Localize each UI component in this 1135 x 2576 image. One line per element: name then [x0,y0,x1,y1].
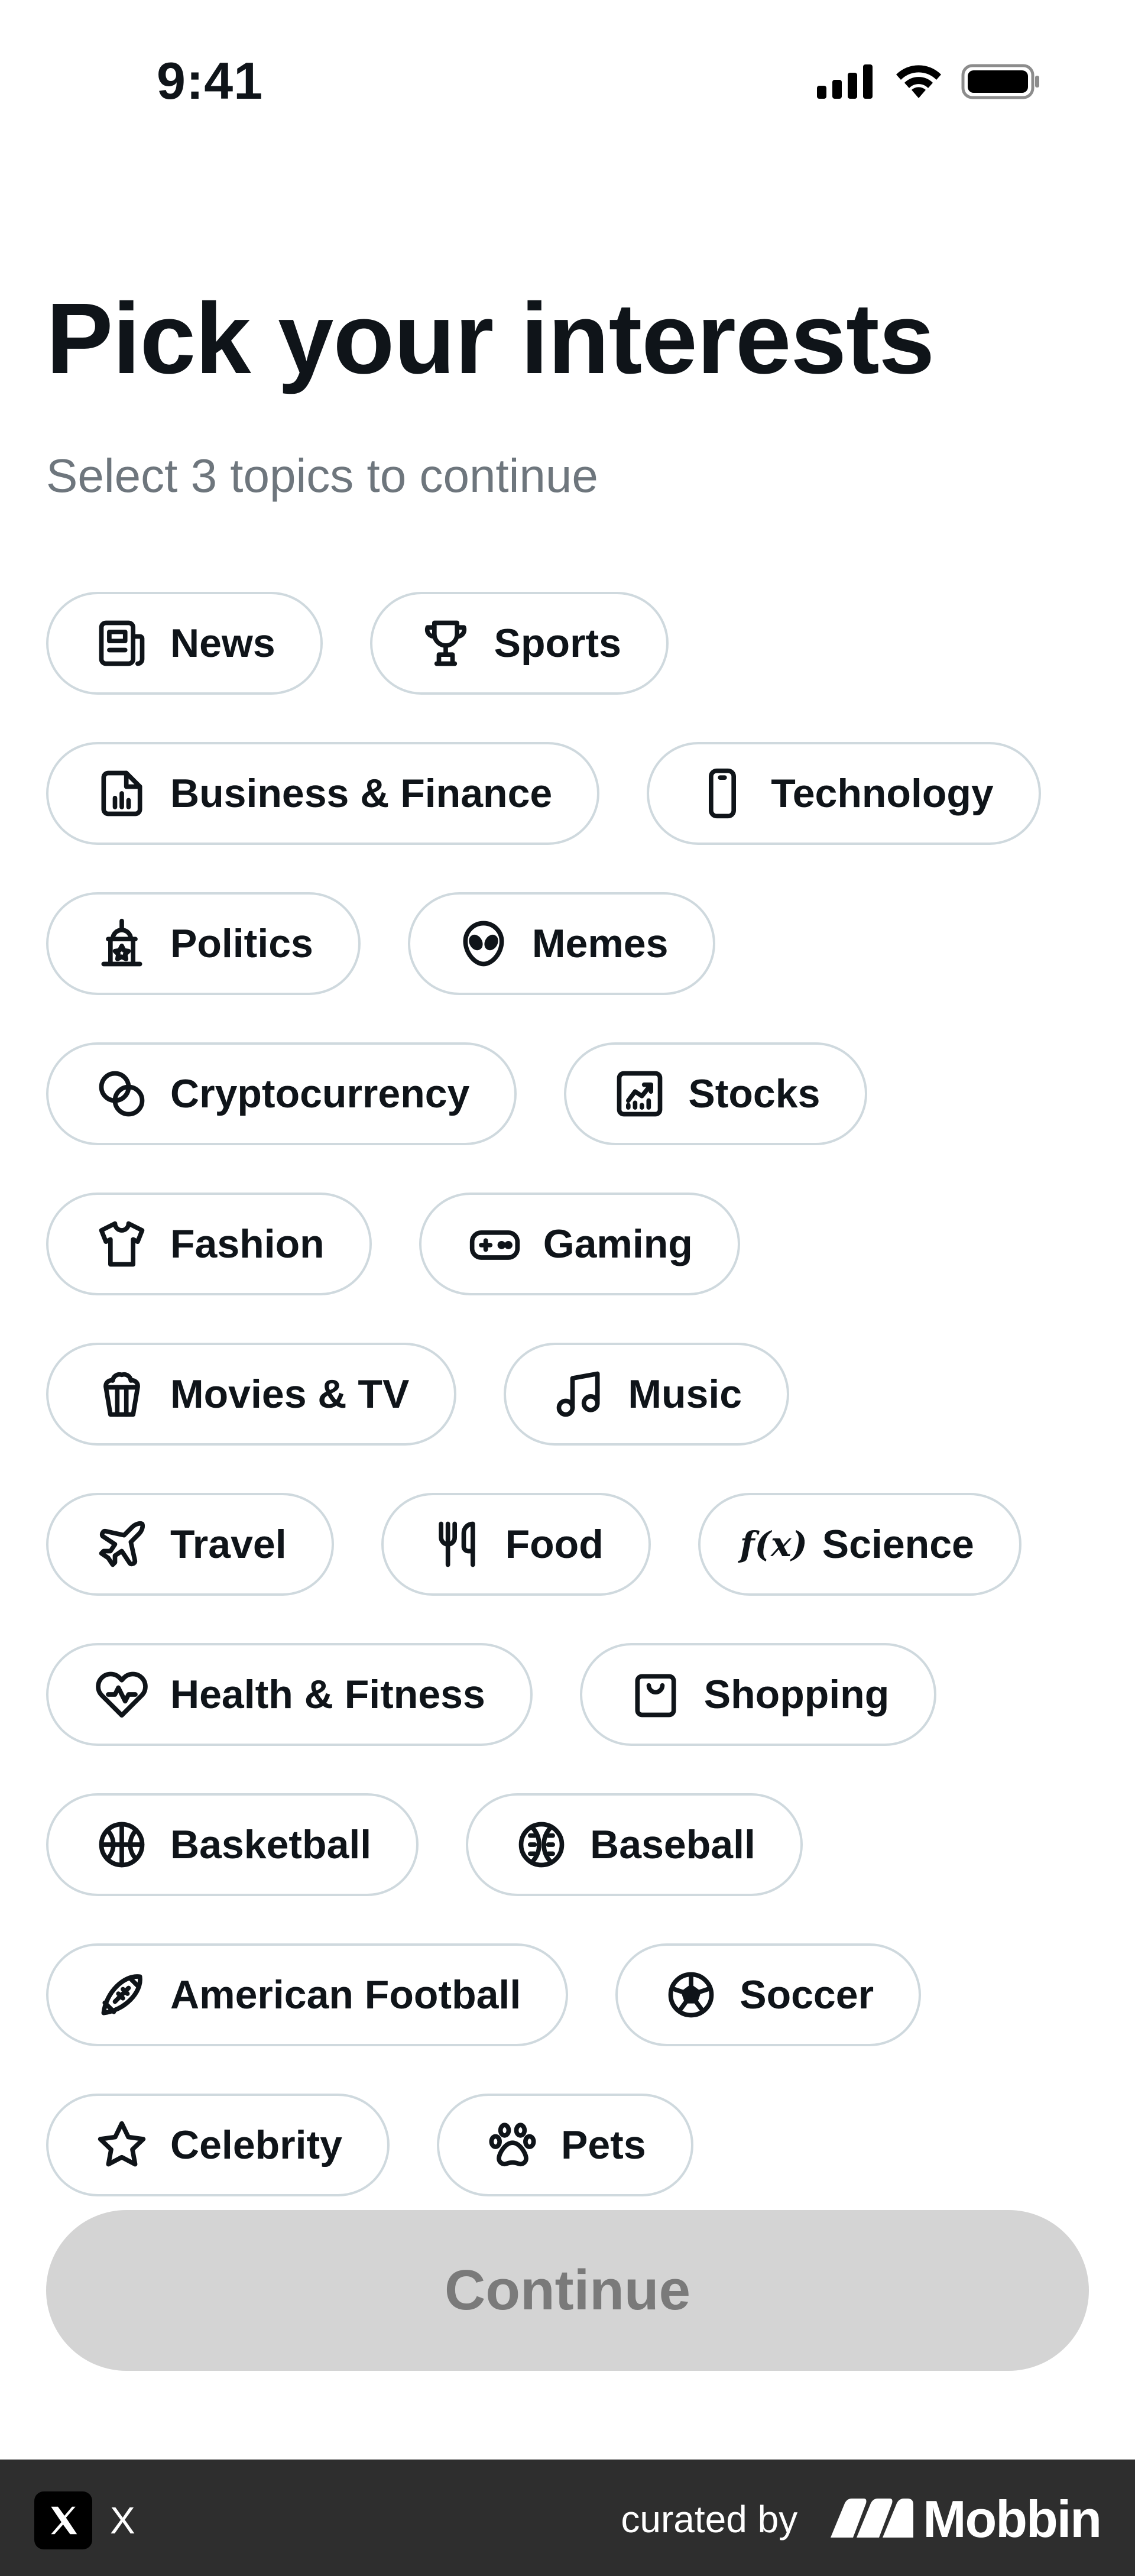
topic-chip-science[interactable]: f(x) Science [698,1493,1022,1596]
topic-label: Music [628,1372,742,1417]
mobbin-logo-icon [831,2498,914,2541]
music-note-icon [552,1367,607,1421]
topics-list: News Sports Business & Finance Technolog… [46,592,1089,2244]
topic-chip-sports[interactable]: Sports [369,592,669,695]
topic-label: Basketball [170,1822,372,1867]
mobbin-brand-name: Mobbin [923,2490,1102,2548]
topic-chip-technology[interactable]: Technology [647,742,1041,845]
shopping-bag-icon [628,1667,683,1722]
trophy-icon [419,616,473,670]
soccer-ball-icon [664,1968,718,2022]
topic-chip-pets[interactable]: Pets [437,2094,693,2196]
trending-chart-icon [612,1067,667,1121]
footer-app: X [34,2491,135,2549]
topic-label: Movies & TV [170,1372,410,1417]
topic-label: American Football [170,1972,521,2017]
smartphone-icon [695,766,750,821]
topic-label: Stocks [688,1071,821,1116]
status-icons [817,64,1040,102]
topic-chip-business-finance[interactable]: Business & Finance [46,742,600,845]
topic-row: Health & Fitness Shopping [46,1643,1089,1746]
topic-label: Science [822,1522,974,1567]
topic-chip-basketball[interactable]: Basketball [46,1793,419,1896]
topic-row: Fashion Gaming [46,1193,1089,1295]
battery-icon [961,64,1040,102]
x-logo-icon [34,2491,92,2549]
paw-print-icon [485,2118,540,2172]
topic-chip-fashion[interactable]: Fashion [46,1193,372,1295]
topic-chip-health-fitness[interactable]: Health & Fitness [46,1643,533,1746]
topic-chip-celebrity[interactable]: Celebrity [46,2094,390,2196]
curated-by: curated by Mobbin [621,2489,1102,2549]
topic-chip-american-football[interactable]: American Football [46,1943,569,2046]
status-time: 9:41 [157,51,264,110]
popcorn-icon [95,1367,149,1421]
topic-chip-cryptocurrency[interactable]: Cryptocurrency [46,1042,517,1145]
topic-row: Business & Finance Technology [46,742,1089,845]
topic-label: Gaming [543,1221,693,1266]
baseball-icon [514,1817,569,1872]
function-icon: f(x) [740,1524,808,1564]
continue-button[interactable]: Continue [46,2210,1089,2371]
page-subtitle: Select 3 topics to continue [46,449,598,502]
topic-label: Pets [561,2123,646,2167]
topic-chip-memes[interactable]: Memes [407,892,716,995]
topic-chip-travel[interactable]: Travel [46,1493,334,1596]
fork-knife-icon [430,1517,484,1571]
topic-row: Basketball Baseball [46,1793,1089,1896]
topic-label: Fashion [170,1221,325,1266]
footer-app-name: X [110,2499,135,2542]
wifi-icon [894,64,943,102]
curated-by-text: curated by [621,2498,798,2541]
topic-chip-baseball[interactable]: Baseball [466,1793,803,1896]
american-football-icon [95,1968,149,2022]
status-bar: 9:41 [0,0,1135,166]
topic-row: Movies & TV Music [46,1343,1089,1446]
heart-pulse-icon [95,1667,149,1722]
topic-label: Soccer [740,1972,874,2017]
topic-chip-politics[interactable]: Politics [46,892,361,995]
topic-row: Cryptocurrency Stocks [46,1042,1089,1145]
topic-label: Food [505,1522,604,1567]
topic-label: Shopping [703,1672,890,1717]
gamepad-icon [468,1217,522,1271]
topic-row: American Football Soccer [46,1943,1089,2046]
topic-chip-news[interactable]: News [46,592,323,695]
topic-label: Politics [170,921,313,966]
topic-label: Baseball [590,1822,755,1867]
topic-label: Memes [531,921,669,966]
topic-label: Celebrity [170,2123,342,2167]
topic-row: Celebrity Pets [46,2094,1089,2196]
topic-label: Business & Finance [170,771,553,816]
star-icon [95,2118,149,2172]
topic-label: News [170,621,275,666]
footer-bar: X curated by Mobbin [0,2460,1135,2576]
topic-chip-shopping[interactable]: Shopping [579,1643,937,1746]
topic-label: Sports [494,621,621,666]
bar-chart-document-icon [95,766,149,821]
topic-row: Travel Food f(x) Science [46,1493,1089,1596]
airplane-icon [95,1517,149,1571]
capitol-building-icon [95,916,149,971]
mobbin-brand: Mobbin [831,2489,1102,2549]
tshirt-icon [95,1217,149,1271]
topic-chip-movies-tv[interactable]: Movies & TV [46,1343,457,1446]
topic-chip-soccer[interactable]: Soccer [615,1943,922,2046]
topic-label: Cryptocurrency [170,1071,470,1116]
topic-chip-gaming[interactable]: Gaming [419,1193,740,1295]
topic-row: News Sports [46,592,1089,695]
cellular-signal-icon [817,64,876,102]
alien-face-icon [456,916,511,971]
coins-icon [95,1067,149,1121]
topic-label: Health & Fitness [170,1672,485,1717]
basketball-icon [95,1817,149,1872]
topic-chip-food[interactable]: Food [381,1493,651,1596]
page-title: Pick your interests [46,283,935,395]
topic-label: Technology [771,771,994,816]
topic-chip-music[interactable]: Music [504,1343,790,1446]
topic-label: Travel [170,1522,287,1567]
topic-chip-stocks[interactable]: Stocks [564,1042,868,1145]
topic-row: Politics Memes [46,892,1089,995]
newspaper-icon [95,616,149,670]
